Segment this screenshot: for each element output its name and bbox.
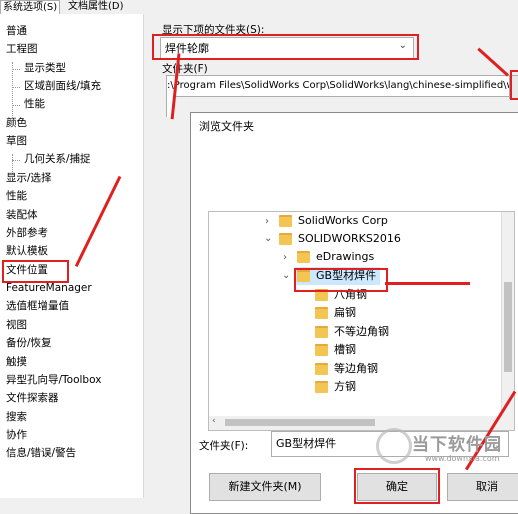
folder-icon xyxy=(315,326,328,338)
sidebar-item-search[interactable]: 搜索 xyxy=(6,408,27,426)
tree-connector xyxy=(12,62,13,118)
tree-node-label: 不等边角钢 xyxy=(334,325,389,338)
annotation-arrow xyxy=(385,282,470,285)
sidebar-item-colors[interactable]: 颜色 xyxy=(6,114,27,132)
tree-node-flat-steel[interactable]: 扁钢 xyxy=(315,304,356,322)
tree-horizontal-scrollbar[interactable]: ‹ xyxy=(208,416,515,431)
chevron-down-icon[interactable]: ⌄ xyxy=(264,233,272,244)
sidebar-item-default-templates[interactable]: 默认模板 xyxy=(6,242,48,260)
new-folder-button[interactable]: 新建文件夹(M) xyxy=(209,473,321,501)
annotation-arrow xyxy=(477,47,510,77)
watermark-brand: 当下软件园 xyxy=(412,435,502,455)
tree-node-label: SOLIDWORKS2016 xyxy=(298,232,401,245)
tab-document-properties[interactable]: 文档属性(D) xyxy=(66,0,126,13)
tree-node-solidworks-corp[interactable]: SolidWorks Corp xyxy=(279,212,388,230)
folder-icon xyxy=(297,251,310,263)
folder-icon xyxy=(279,215,292,227)
watermark-url: www.downxia.com xyxy=(425,454,500,463)
sidebar-item-backup-recover[interactable]: 备份/恢复 xyxy=(6,334,52,352)
tree-node-solidworks2016[interactable]: SOLIDWORKS2016 xyxy=(279,230,401,248)
scroll-left-icon[interactable]: ‹ xyxy=(212,416,216,426)
sidebar-item-performance[interactable]: 性能 xyxy=(6,187,27,205)
tree-connector xyxy=(12,160,20,161)
folder-icon xyxy=(315,344,328,356)
watermark-logo-icon xyxy=(376,428,412,464)
tree-node-label: 等边角钢 xyxy=(334,362,378,375)
tree-connector xyxy=(12,105,20,106)
tree-node-edrawings[interactable]: eDrawings xyxy=(297,248,374,266)
folder-tree[interactable]: › SolidWorks Corp ⌄ SOLIDWORKS2016 › eDr… xyxy=(208,211,515,418)
sidebar-item-view[interactable]: 视图 xyxy=(6,316,27,334)
annotation-highlight-dropdown xyxy=(152,34,419,60)
sidebar-item-drawings[interactable]: 工程图 xyxy=(6,40,38,58)
options-tab-bar: 系统选项(S) 文档属性(D) xyxy=(0,0,518,14)
scrollbar-thumb[interactable] xyxy=(504,282,512,372)
annotation-highlight-scrollbar xyxy=(510,70,518,100)
sidebar-item-sketch[interactable]: 草图 xyxy=(6,132,27,150)
folder-icon xyxy=(315,363,328,375)
sidebar-item-hole-wizard-toolbox[interactable]: 异型孔向导/Toolbox xyxy=(6,371,101,389)
sidebar-item-spin-box-increments[interactable]: 选值框增量值 xyxy=(6,297,69,315)
folder-path-list[interactable]: :\Program Files\SolidWorks Corp\SolidWor… xyxy=(166,75,510,97)
sidebar-item-messages-errors-warnings[interactable]: 信息/错误/警告 xyxy=(6,444,76,462)
tree-node-label: SolidWorks Corp xyxy=(298,214,388,227)
dialog-title: 浏览文件夹 xyxy=(199,120,254,133)
folders-label: 文件夹(F) xyxy=(162,63,208,75)
sidebar-item-general[interactable]: 普通 xyxy=(6,22,27,40)
folder-icon xyxy=(279,233,292,245)
folder-icon xyxy=(315,381,328,393)
folder-field-label: 文件夹(F): xyxy=(199,440,249,452)
tree-node-label: eDrawings xyxy=(316,250,375,263)
tree-node-label: 方钢 xyxy=(334,380,356,393)
sidebar-item-drawing-performance[interactable]: 性能 xyxy=(24,95,45,113)
scrollbar-thumb[interactable] xyxy=(225,419,375,426)
tree-connector xyxy=(12,69,20,70)
tree-node-channel-steel[interactable]: 槽钢 xyxy=(315,341,356,359)
sidebar-item-display-style[interactable]: 显示类型 xyxy=(24,59,66,77)
cancel-button[interactable]: 取消 xyxy=(447,473,518,501)
tab-system-options[interactable]: 系统选项(S) xyxy=(0,0,61,14)
folder-path-entry[interactable]: :\Program Files\SolidWorks Corp\SolidWor… xyxy=(167,80,509,91)
sidebar-item-file-explorer[interactable]: 文件探索器 xyxy=(6,389,59,407)
sidebar-item-external-references[interactable]: 外部参考 xyxy=(6,224,48,242)
tree-node-label: 扁钢 xyxy=(334,306,356,319)
sidebar-item-assemblies[interactable]: 装配体 xyxy=(6,206,38,224)
chevron-right-icon[interactable]: › xyxy=(283,252,287,263)
tree-node-equal-angle[interactable]: 等边角钢 xyxy=(315,360,378,378)
chevron-right-icon[interactable]: › xyxy=(265,216,269,227)
sidebar-item-touch[interactable]: 触摸 xyxy=(6,353,27,371)
sidebar-item-display-selection[interactable]: 显示/选择 xyxy=(6,169,52,187)
tree-node-label: 槽钢 xyxy=(334,343,356,356)
tree-vertical-scrollbar[interactable] xyxy=(501,212,514,417)
options-sidebar: 普通 工程图 显示类型 区域剖面线/填充 性能 颜色 草图 几何关系/捕捉 显示… xyxy=(0,14,144,498)
folder-icon xyxy=(315,307,328,319)
sidebar-item-area-hatch[interactable]: 区域剖面线/填充 xyxy=(24,77,101,95)
tree-connector xyxy=(12,87,20,88)
tree-node-unequal-angle[interactable]: 不等边角钢 xyxy=(315,323,389,341)
sidebar-item-relations-snaps[interactable]: 几何关系/捕捉 xyxy=(24,150,91,168)
annotation-highlight-file-locations xyxy=(2,260,69,283)
annotation-highlight-gb-folder xyxy=(294,268,388,292)
sidebar-item-collaboration[interactable]: 协作 xyxy=(6,426,27,444)
annotation-highlight-ok-button xyxy=(354,468,440,504)
tree-node-square-steel[interactable]: 方钢 xyxy=(315,378,356,396)
chevron-down-icon[interactable]: ⌄ xyxy=(282,270,290,281)
